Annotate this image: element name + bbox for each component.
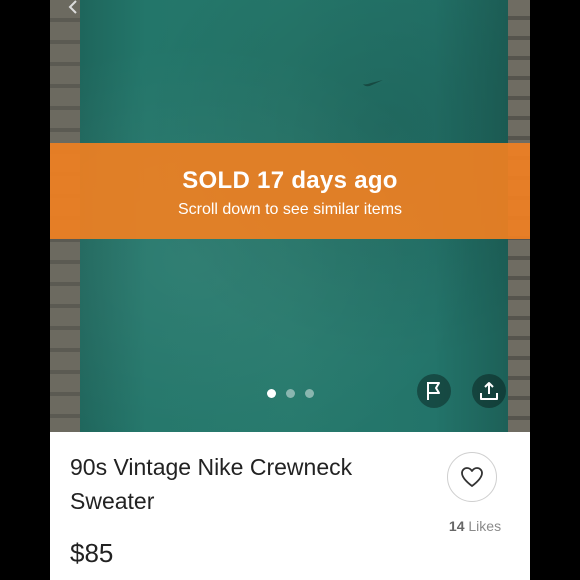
listing-price: $85 [70, 538, 114, 568]
like-button[interactable] [447, 452, 497, 502]
sold-status: SOLD 17 days ago [182, 167, 398, 194]
heart-icon [461, 467, 483, 487]
report-button[interactable] [417, 374, 451, 408]
likes-count: 14 Likes [444, 518, 506, 534]
carousel-dot[interactable] [266, 389, 276, 398]
likes-number: 14 [448, 518, 465, 534]
swoosh-logo [363, 80, 383, 87]
carousel-dot[interactable] [304, 389, 314, 398]
carousel-dot[interactable] [285, 389, 295, 398]
sold-banner: SOLD 17 days ago Scroll down to see simi… [50, 143, 530, 239]
likes-label: Likes [468, 518, 502, 534]
share-icon [480, 382, 498, 400]
listing-info: 90s Vintage Nike Crewneck Sweater $85 14… [50, 432, 530, 580]
flag-icon [427, 382, 440, 400]
chevron-left-icon[interactable] [66, 0, 80, 14]
listing-title: 90s Vintage Nike Crewneck Sweater [70, 454, 353, 514]
share-button[interactable] [472, 374, 506, 408]
similar-items-hint: Scroll down to see similar items [177, 201, 403, 218]
